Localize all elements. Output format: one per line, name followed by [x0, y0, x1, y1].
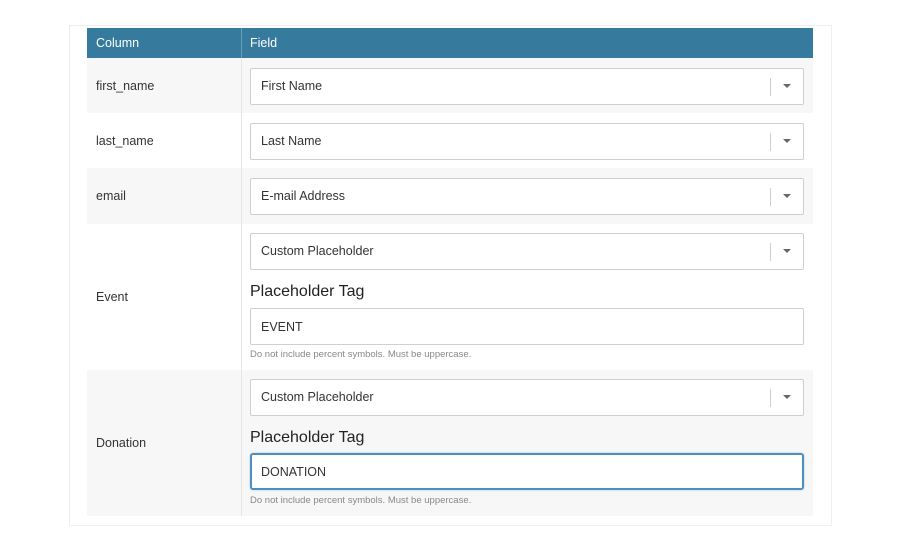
select-value: Custom Placeholder	[261, 244, 374, 258]
column-name: Event	[87, 224, 242, 370]
placeholder-tag-heading: Placeholder Tag	[250, 283, 365, 300]
table-row: Event Custom Placeholder Placeholder Tag…	[87, 224, 813, 370]
select-value: Custom Placeholder	[261, 390, 374, 404]
field-select-donation[interactable]: Custom Placeholder	[250, 379, 804, 416]
column-name: first_name	[87, 58, 242, 113]
help-text: Do not include percent symbols. Must be …	[250, 495, 472, 506]
field-cell: Last Name	[242, 113, 813, 168]
column-name: last_name	[87, 113, 242, 168]
select-value: First Name	[261, 79, 323, 93]
select-separator	[770, 389, 771, 407]
select-value: E-mail Address	[261, 189, 346, 203]
field-cell: First Name	[242, 58, 813, 113]
field-select-first-name[interactable]: First Name	[250, 68, 804, 105]
help-text: Do not include percent symbols. Must be …	[250, 349, 472, 360]
field-select-last-name[interactable]: Last Name	[250, 123, 804, 160]
table-row: first_name First Name	[87, 58, 813, 113]
placeholder-tag-input-event[interactable]	[250, 308, 804, 345]
column-name: email	[87, 168, 242, 224]
chevron-down-icon[interactable]	[783, 395, 791, 399]
chevron-down-icon[interactable]	[783, 84, 791, 88]
select-separator	[770, 243, 771, 261]
field-cell: E-mail Address	[242, 168, 813, 224]
select-value: Last Name	[261, 134, 322, 148]
table-row: email E-mail Address	[87, 168, 813, 224]
select-separator	[770, 188, 771, 206]
chevron-down-icon[interactable]	[783, 249, 791, 253]
select-separator	[770, 133, 771, 151]
table-row: Donation Custom Placeholder Placeholder …	[87, 370, 813, 516]
placeholder-tag-input-donation[interactable]	[250, 453, 804, 490]
field-cell: Custom Placeholder Placeholder Tag Do no…	[242, 370, 813, 516]
field-select-email[interactable]: E-mail Address	[250, 178, 804, 215]
column-name: Donation	[87, 370, 242, 516]
table-header: Column Field	[87, 28, 813, 58]
field-select-event[interactable]: Custom Placeholder	[250, 233, 804, 270]
table-row: last_name Last Name	[87, 113, 813, 168]
chevron-down-icon[interactable]	[783, 139, 791, 143]
field-cell: Custom Placeholder Placeholder Tag Do no…	[242, 224, 813, 370]
chevron-down-icon[interactable]	[783, 194, 791, 198]
header-field: Field	[250, 36, 278, 50]
select-separator	[770, 78, 771, 96]
header-column: Column	[87, 28, 242, 58]
placeholder-tag-heading: Placeholder Tag	[250, 429, 365, 446]
